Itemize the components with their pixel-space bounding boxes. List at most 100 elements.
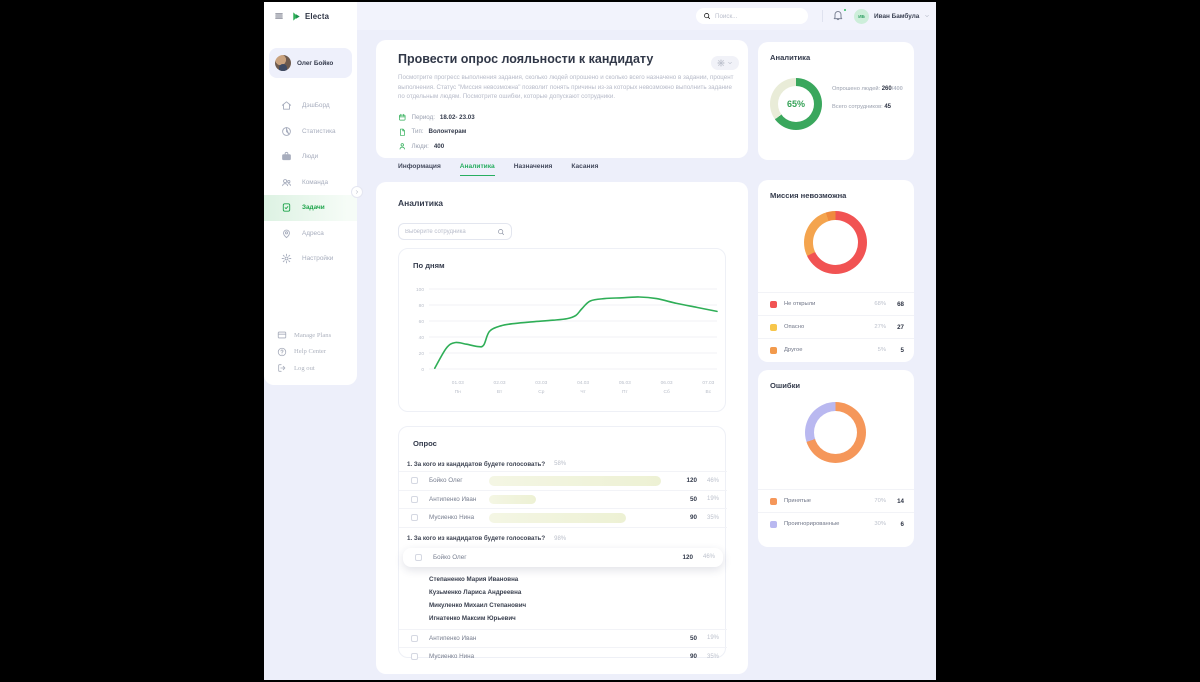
tab-назначения[interactable]: Назначения: [514, 163, 553, 176]
legend-row: Опасно27%27: [758, 315, 914, 338]
svg-text:0: 0: [421, 367, 424, 373]
task-field-2: Люди:400: [398, 139, 475, 154]
sidebar-item-label: Задачи: [302, 204, 325, 211]
by-days-chart-card: По дням 02040608010001.03Пн02.03Вт03.03С…: [398, 248, 726, 412]
task-header-card: Провести опрос лояльности к кандидату По…: [376, 40, 748, 158]
sidebar-item-team[interactable]: Команда: [264, 170, 357, 196]
option-bar: [489, 495, 536, 505]
sidebar-item-tasks[interactable]: Задачи: [264, 195, 357, 221]
sidebar-item-home[interactable]: ДэшБорд: [264, 93, 357, 119]
user-menu[interactable]: ИБ Иван Бамбула: [854, 6, 930, 26]
task-field-0: Период:18.02- 23.03: [398, 110, 475, 125]
location-icon: [281, 228, 292, 239]
legend-swatch: [770, 521, 777, 528]
hamburger-icon[interactable]: [274, 11, 284, 21]
global-search[interactable]: Поиск...: [696, 8, 808, 24]
search-icon: [497, 228, 505, 236]
legend-percent: 70%: [874, 498, 886, 504]
field-value: 18.02- 23.03: [440, 114, 475, 121]
expanded-option-card[interactable]: Бойко Олег 120 46%: [403, 548, 723, 567]
stat-label: Опрошено людей:: [832, 86, 882, 92]
user-name: Иван Бамбула: [874, 13, 919, 20]
sidebar-item-gear[interactable]: Настройки: [264, 246, 357, 272]
topbar-divider: [822, 10, 823, 22]
svg-text:20: 20: [419, 351, 425, 357]
survey-option-row[interactable]: Антипенко Иван5019%: [399, 490, 727, 509]
checkbox[interactable]: [411, 496, 418, 503]
stats-icon: [281, 126, 292, 137]
file-icon: [398, 128, 407, 137]
checkbox[interactable]: [411, 514, 418, 521]
voter-name[interactable]: Игнатенко Максим Юрьевич: [429, 612, 727, 625]
summary-stat: Всего сотрудников: 45: [832, 104, 903, 122]
task-fields: Период:18.02- 23.03 Тип: Волонтерам Люди:40…: [398, 110, 475, 154]
sidebar-item-label: Адреса: [302, 230, 324, 237]
option-name: Антипенко Иван: [429, 635, 476, 642]
task-settings-button[interactable]: [711, 56, 739, 70]
summary-stat: Опрошено людей: 260/400: [832, 86, 903, 104]
legend-value: 68: [897, 301, 904, 308]
team-icon: [281, 177, 292, 188]
option-name: Бойко Олег: [433, 554, 467, 561]
sidebar-footer-help[interactable]: Help Center: [264, 344, 357, 361]
sidebar-profile[interactable]: Олег Бойко: [269, 48, 352, 78]
search-placeholder: Поиск...: [715, 13, 737, 20]
voter-name[interactable]: Микуленко Михаил Степанович: [429, 599, 727, 612]
field-label: Тип:: [412, 128, 424, 135]
option-percent: 35%: [707, 654, 719, 660]
sidebar-collapse-handle[interactable]: [351, 186, 363, 198]
legend-label: Проигнорированные: [784, 521, 839, 527]
survey-option-row[interactable]: Бойко Олег12046%: [399, 471, 727, 490]
legend-label: Принятые: [784, 498, 811, 504]
checkbox[interactable]: [415, 554, 422, 561]
stat-suffix: /400: [892, 86, 903, 92]
survey-option-row[interactable]: Мусиенко Нина9035%: [399, 647, 727, 666]
tab-аналитика[interactable]: Аналитика: [460, 163, 495, 176]
analytics-card: Аналитика По дням 02040608010001.03Пн02.…: [376, 182, 748, 674]
survey-option-row[interactable]: Мусиенко Нина9035%: [399, 508, 727, 527]
option-name: Бойко Олег: [429, 477, 463, 484]
survey-option-row[interactable]: Антипенко Иван5019%: [399, 629, 727, 648]
topbar: Поиск... ИБ Иван Бамбула: [264, 2, 936, 30]
sidebar-item-label: Команда: [302, 179, 328, 186]
tab-касания[interactable]: Касания: [571, 163, 598, 176]
sidebar-footer-logout[interactable]: Log out: [264, 360, 357, 377]
avatar: ИБ: [854, 9, 869, 24]
errors-card: Ошибки Принятые70%14Проигнорированные30%…: [758, 370, 914, 547]
checkbox[interactable]: [411, 477, 418, 484]
sidebar-item-stats[interactable]: Статистика: [264, 119, 357, 145]
stat-value: 45: [884, 104, 891, 110]
svg-text:Вс: Вс: [706, 389, 712, 395]
briefcase-icon: [281, 151, 292, 162]
checkbox[interactable]: [411, 653, 418, 660]
survey-option-row[interactable]: Бойко Олег 120 46%: [403, 548, 723, 567]
brand: Electa: [291, 11, 329, 22]
svg-text:05.03: 05.03: [619, 380, 631, 386]
screen: Поиск... ИБ Иван Бамбула Electa: [0, 0, 1200, 682]
sidebar-item-location[interactable]: Адреса: [264, 221, 357, 247]
sidebar-item-label: Настройки: [302, 255, 333, 262]
question-progress: 58%: [554, 461, 566, 467]
survey-body: 1. За кого из кандидатов будете голосова…: [399, 457, 727, 666]
sidebar-item-label: Статистика: [302, 128, 336, 135]
option-value: 120: [686, 477, 697, 484]
voter-name[interactable]: Кузьменко Лариса Андреевна: [429, 586, 727, 599]
analytics-summary-stats: Опрошено людей: 260/400Всего сотрудников…: [832, 86, 903, 122]
chevron-down-icon: [727, 60, 733, 66]
option-value: 90: [690, 653, 697, 660]
checkbox[interactable]: [411, 635, 418, 642]
svg-text:02.03: 02.03: [494, 380, 506, 386]
employee-search-input[interactable]: [405, 229, 497, 235]
notifications-button[interactable]: [832, 9, 846, 23]
option-value: 120: [682, 554, 693, 561]
sidebar-footer-plans[interactable]: Manage Plans: [264, 327, 357, 344]
field-value: Волонтерам: [429, 128, 467, 135]
voter-name[interactable]: Степаненко Мария Ивановна: [429, 573, 727, 586]
tab-информация[interactable]: Информация: [398, 163, 441, 176]
sidebar-item-briefcase[interactable]: Люди: [264, 144, 357, 170]
option-percent: 46%: [703, 554, 715, 560]
sidebar-footer-label: Log out: [294, 365, 315, 372]
field-value: 400: [434, 143, 444, 150]
svg-text:80: 80: [419, 303, 425, 309]
svg-text:04.03: 04.03: [577, 380, 589, 386]
